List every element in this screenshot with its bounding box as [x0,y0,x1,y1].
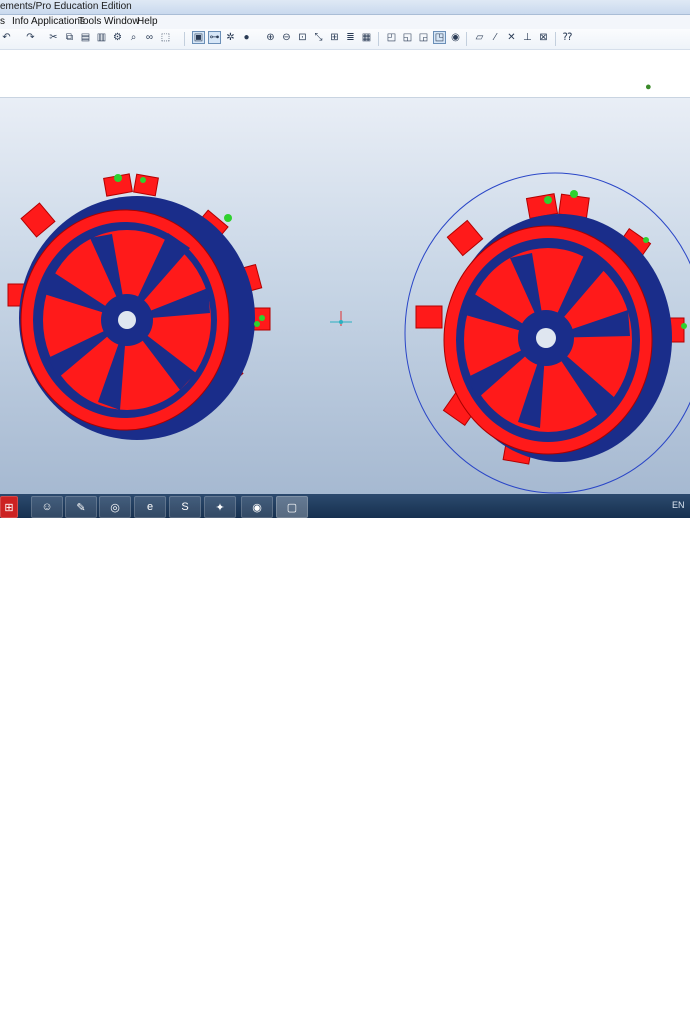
repaint-icon[interactable]: ⤡ [312,31,325,44]
wheel-right[interactable] [415,190,687,465]
hidden-line-icon[interactable]: ◱ [401,31,414,44]
spin-center-icon[interactable]: ✲ [224,31,237,44]
coord-systems-icon[interactable]: ⊥ [521,31,534,44]
3d-model-canvas[interactable] [0,98,690,494]
annotation-icon[interactable]: ⊠ [537,31,550,44]
watermark-logo: SKFO [592,992,634,1009]
toolbar-separator [555,32,556,46]
appearance-icon[interactable]: ▦ [360,31,373,44]
datum-display-icon[interactable]: ⊶ [208,31,221,44]
language-indicator[interactable]: EN [672,500,685,510]
undo-icon[interactable]: ↶ [0,31,13,44]
zoom-in-icon[interactable]: ⊕ [264,31,277,44]
graphics-viewport[interactable] [0,98,690,494]
paste-icon[interactable]: ▤ [79,31,92,44]
enhanced-realism-icon[interactable]: ◉ [449,31,462,44]
model-tree-strip: ● [0,50,690,98]
toolbar-separator [378,32,379,46]
status-indicator-icon: ● [645,81,652,93]
datum-points-icon[interactable]: ✕ [505,31,518,44]
copy-icon[interactable]: ⧉ [63,31,76,44]
binoculars-icon[interactable]: ∞ [143,31,156,44]
creo-app-icon[interactable]: ✦ [204,496,236,518]
main-toolbar: ↶ ↷ ✂ ⧉ ▤ ▥ ⚙ ⌕ ∞ ⬚ ▣ ⊶ ✲ ● ⊕ ⊖ ⊡ ⤡ ⊞ ≣ … [0,29,690,50]
tool-app-icon[interactable]: ✎ [65,496,97,518]
layers-icon[interactable]: ≣ [344,31,357,44]
no-hidden-icon[interactable]: ◲ [417,31,430,44]
cut-icon[interactable]: ✂ [47,31,60,44]
regenerate-icon[interactable]: ⚙ [111,31,124,44]
datum-planes-icon[interactable]: ▱ [473,31,486,44]
select-box-icon[interactable]: ⬚ [159,31,172,44]
internet-explorer-icon[interactable]: e [134,496,166,518]
windows-taskbar: ⊞ ☺ ✎ ◎ e S ✦ ◉ ▢ SKFO EN [0,494,690,1009]
wireframe-icon[interactable]: ◰ [385,31,398,44]
paste-special-icon[interactable]: ▥ [95,31,108,44]
saved-views-icon[interactable]: ⊞ [328,31,341,44]
menu-item-file[interactable]: s [0,16,5,27]
menu-item-tools[interactable]: Tools [78,16,101,27]
menu-item-window[interactable]: Window [104,16,140,27]
zoom-out-icon[interactable]: ⊖ [280,31,293,44]
toolbar-separator [184,32,185,46]
refit-icon[interactable]: ▣ [192,31,205,44]
start-button-icon[interactable]: ⊞ [0,496,18,518]
help-icon[interactable]: ⁇ [561,31,574,44]
users-app-icon[interactable]: ☺ [31,496,63,518]
menu-bar: s Info Applications Tools Window Help [0,15,690,29]
window-title: ements/Pro Education Edition [0,1,132,12]
shading-icon[interactable]: ◳ [433,31,446,44]
toolbar-separator [466,32,467,46]
zoom-fit-icon[interactable]: ⊡ [296,31,309,44]
green-app-icon[interactable]: ◉ [241,496,273,518]
menu-item-applications[interactable]: Applications [31,16,85,27]
view-orient-icon[interactable]: ● [240,31,253,44]
redo-icon[interactable]: ↷ [24,31,37,44]
wheel-left[interactable] [7,173,271,440]
find-icon[interactable]: ⌕ [127,31,140,44]
skype-icon[interactable]: S [169,496,201,518]
coordinate-origin-icon [330,311,352,326]
menu-item-info[interactable]: Info [12,16,29,27]
active-window-icon[interactable]: ▢ [276,496,308,518]
title-bar: ements/Pro Education Edition [0,0,690,15]
menu-item-help[interactable]: Help [137,16,158,27]
datum-axes-icon[interactable]: ⁄ [489,31,502,44]
chrome-icon[interactable]: ◎ [99,496,131,518]
